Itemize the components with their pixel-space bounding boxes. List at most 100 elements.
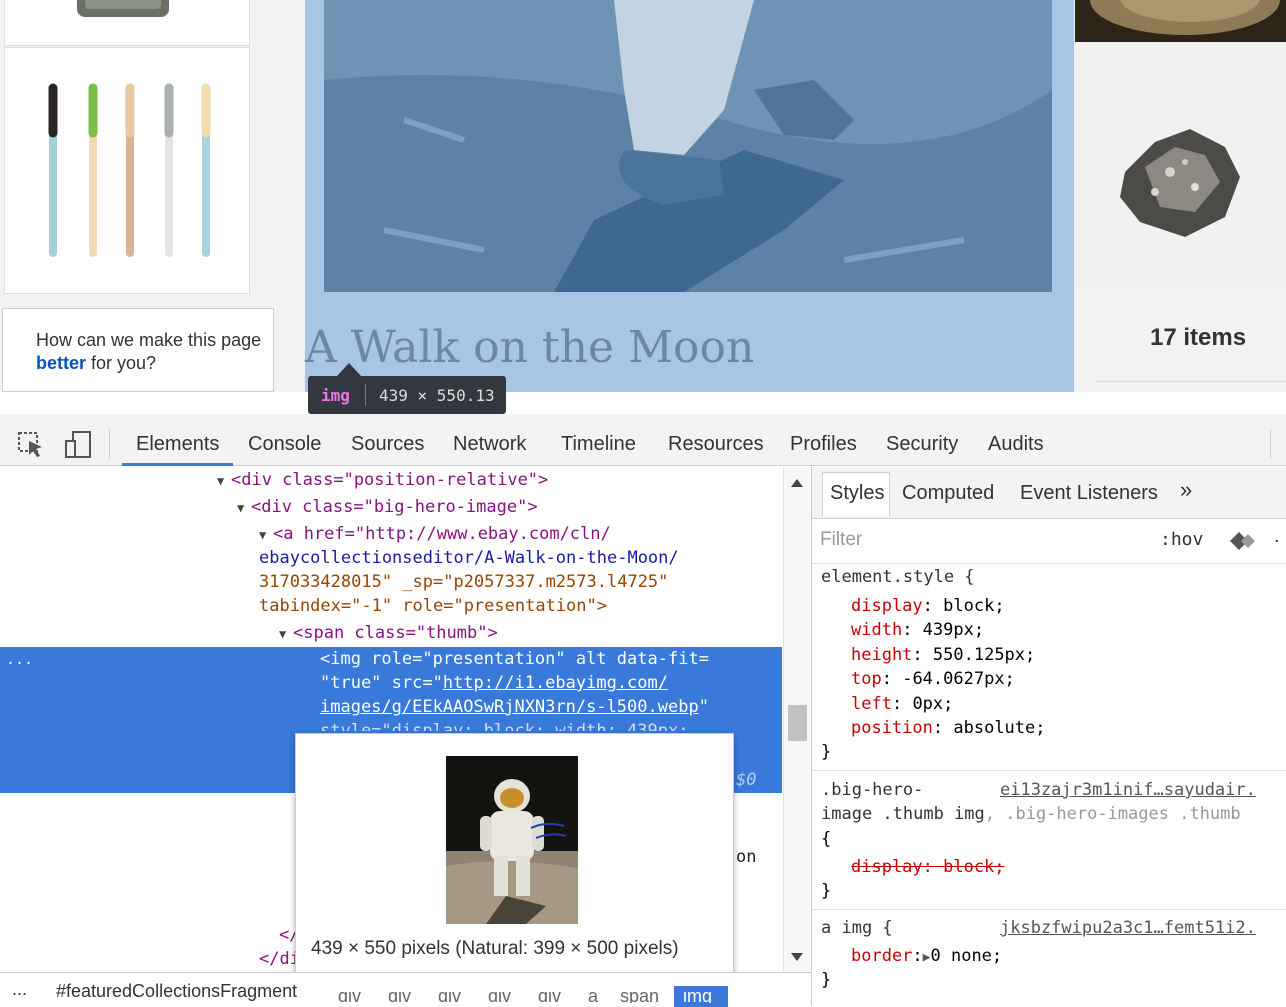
breadcrumb-crumb-img[interactable]: img	[683, 992, 712, 1003]
scroll-up-arrow-icon[interactable]	[791, 479, 803, 487]
dom-line-img-src[interactable]: "true" src="http://i1.ebayimg.com/	[320, 671, 668, 695]
device-mode-icon[interactable]	[63, 430, 93, 460]
style-rule-close-1: }	[821, 742, 832, 762]
active-tab-indicator	[122, 463, 233, 466]
rule-divider-1	[812, 770, 1286, 771]
dom-line-anchor-attrs: tabindex="-1" role="presentation">	[259, 596, 607, 616]
tab-profiles[interactable]: Profiles	[790, 433, 857, 456]
moon-walk-hero-image[interactable]	[324, 0, 1052, 292]
breadcrumb-crumb-a[interactable]: a	[588, 992, 598, 1003]
new-rule-dot-icon[interactable]: .	[1274, 525, 1280, 548]
style-prop-left[interactable]: left: 0px;	[851, 694, 953, 714]
breadcrumb-ellipsis[interactable]: ...	[12, 979, 27, 1000]
toolbar-divider	[109, 429, 110, 459]
tab-computed[interactable]: Computed	[902, 482, 994, 505]
style-prop-display-overridden[interactable]: display: block;	[851, 857, 1005, 877]
hero-image-overlay[interactable]: A Walk on the Moon	[305, 0, 1074, 392]
style-rule-close-3: }	[821, 970, 832, 990]
dom-line-fragment-on: on	[736, 847, 757, 867]
bag-image	[77, 0, 169, 17]
style-prop-width[interactable]: width: 439px;	[851, 620, 984, 640]
tab-styles[interactable]: Styles	[830, 482, 884, 505]
dom-line-position-relative[interactable]: ▼ <div class="position-relative">	[217, 468, 548, 493]
moon-rock-card[interactable]	[1075, 47, 1286, 293]
image-preview-popover: 439 × 550 pixels (Natural: 399 × 500 pix…	[295, 733, 734, 977]
tab-resources[interactable]: Resources	[668, 433, 764, 456]
feedback-box[interactable]: How can we make this page better for you…	[2, 308, 274, 392]
breadcrumb-crumb-div-2[interactable]: div	[388, 992, 411, 1003]
breadcrumb-root[interactable]: #featuredCollectionsFragment	[56, 981, 297, 1002]
more-tabs-chevron-icon[interactable]: »	[1180, 477, 1192, 503]
img-src-link[interactable]: http://i1.ebayimg.com/	[443, 673, 668, 693]
breadcrumb-crumb-div-4[interactable]: div	[488, 992, 511, 1003]
dom-line-img[interactable]: <img role="presentation" alt data-fit=	[320, 647, 709, 671]
feedback-text: How can we make this page better for you…	[36, 330, 262, 373]
style-prop-top[interactable]: top: -64.0627px;	[851, 669, 1015, 689]
style-rule-2-open: {	[821, 829, 832, 849]
product-card-pens[interactable]	[4, 47, 250, 294]
tab-console[interactable]: Console	[248, 433, 321, 456]
style-prop-position[interactable]: position: absolute;	[851, 718, 1046, 738]
styles-filter-bar: Filter :hov .	[812, 520, 1286, 564]
inspect-element-icon[interactable]	[17, 431, 45, 459]
tab-timeline[interactable]: Timeline	[561, 433, 636, 456]
scroll-down-arrow-icon[interactable]	[791, 953, 803, 961]
element-classes-icon[interactable]	[1226, 528, 1256, 554]
breadcrumb-crumb-div-5[interactable]: div	[538, 992, 561, 1003]
style-prop-display[interactable]: display: block;	[851, 596, 1005, 616]
style-prop-height[interactable]: height: 550.125px;	[851, 645, 1035, 665]
dom-line-img-style: style="display: block; width: 439px;	[320, 721, 689, 731]
node-menu-ellipsis-icon[interactable]: ...	[6, 647, 33, 671]
dom-scroll-thumb[interactable]	[788, 705, 807, 741]
breadcrumb-crumb-div-1[interactable]: div	[338, 992, 361, 1003]
dollar-zero-marker: $0	[736, 770, 757, 790]
breadcrumb-crumb-div-3[interactable]: div	[438, 992, 461, 1003]
pens-image	[48, 83, 211, 257]
style-rule-element-selector: element.style {	[821, 567, 975, 587]
items-count: 17 items	[1150, 324, 1247, 351]
hover-state-toggle[interactable]: :hov	[1160, 529, 1203, 550]
tab-security[interactable]: Security	[886, 433, 958, 456]
tooltip-arrow-icon	[337, 363, 361, 376]
tooltip-size: 439 × 550.13	[379, 386, 495, 405]
product-card-bag[interactable]	[4, 0, 250, 46]
dom-line-close-2[interactable]: </di	[259, 947, 300, 971]
collection-title[interactable]: A Walk on the Moon	[305, 322, 754, 373]
breadcrumb: ... #featuredCollectionsFragment div div…	[0, 972, 811, 1007]
tooltip-tag: img	[321, 386, 350, 405]
dom-line-img-src-2[interactable]: images/g/EEkAAOSwRjNXN3rn/s-l500.webp"	[320, 695, 709, 719]
dom-tree-scrollbar[interactable]	[783, 467, 810, 972]
tab-network[interactable]: Network	[453, 433, 526, 456]
tab-event-listeners[interactable]: Event Listeners	[1020, 482, 1158, 505]
expand-triangle-icon[interactable]: ▶	[923, 950, 931, 965]
toolbar-divider-right	[1270, 429, 1271, 459]
meteorite-card-top[interactable]	[1075, 0, 1286, 42]
inspector-tooltip: img 439 × 550.13	[308, 376, 506, 414]
style-rule-close-2: }	[821, 881, 832, 901]
style-prop-border[interactable]: border:▶0 none;	[851, 946, 1002, 966]
tab-elements[interactable]: Elements	[136, 433, 219, 456]
style-rule-2-selector-a: .big-hero-	[821, 780, 924, 800]
style-rule-3-selector: a img {	[821, 918, 893, 938]
style-rule-3-source-link[interactable]: jksbzfwipu2a3c1…femt51i2.	[1000, 918, 1256, 938]
tooltip-separator	[365, 384, 366, 406]
styles-filter-input[interactable]: Filter	[820, 529, 862, 551]
style-rule-2-selector-b: image .thumb img, .big-hero-images .thum…	[821, 804, 1241, 824]
rule-divider-2	[812, 909, 1286, 910]
moon-rock-image	[1120, 129, 1240, 237]
dom-line-anchor-href-3: 317033428015" _sp="p2057337.m2573.l4725"	[259, 572, 669, 592]
dom-line-big-hero-image[interactable]: ▼ <div class="big-hero-image">	[237, 495, 538, 520]
dom-line-anchor-href-2: ebaycollectionseditor/A-Walk-on-the-Moon…	[259, 548, 679, 568]
tab-audits[interactable]: Audits	[988, 433, 1044, 456]
breadcrumb-crumb-span[interactable]: span	[620, 992, 659, 1003]
img-src-link-2[interactable]: images/g/EEkAAOSwRjNXN3rn/s-l500.webp	[320, 697, 699, 717]
dom-line-anchor[interactable]: ▼ <a href="http://www.ebay.com/cln/	[259, 522, 611, 547]
web-page: How can we make this page better for you…	[0, 0, 1286, 392]
dom-line-thumb-span[interactable]: ▼ <span class="thumb">	[279, 621, 498, 646]
feedback-better-link[interactable]: better	[36, 353, 86, 373]
style-rule-2-source-link[interactable]: ei13zajr3m1inif…sayudair.	[1000, 780, 1256, 800]
tab-sources[interactable]: Sources	[351, 433, 424, 456]
preview-caption: 439 × 550 pixels (Natural: 399 × 500 pix…	[311, 938, 679, 959]
divider	[1096, 381, 1286, 382]
astronaut-thumbnail-image	[446, 756, 578, 924]
